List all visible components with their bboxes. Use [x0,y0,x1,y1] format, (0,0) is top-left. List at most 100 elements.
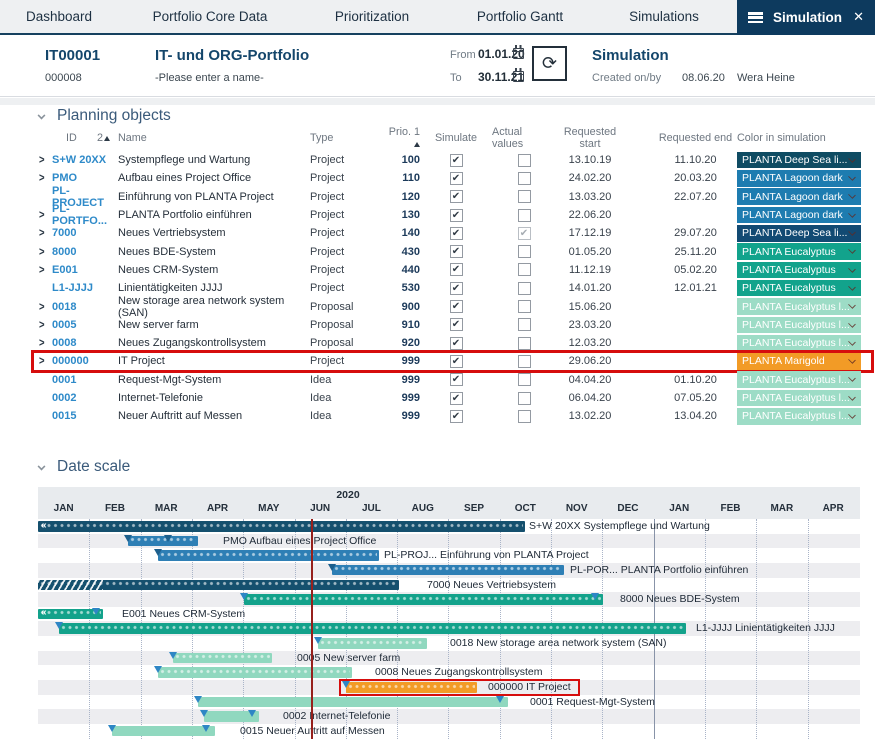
milestone-triangle-icon[interactable] [92,608,100,615]
row-id-link[interactable]: 0002 [52,392,118,404]
table-row[interactable]: >0005New server farmProposal910✔23.03.20… [0,316,875,334]
actual-values-checkbox[interactable] [518,209,531,222]
color-dropdown[interactable]: PLANTA Marigold [737,353,861,370]
table-row[interactable]: >E001Neues CRM-SystemProject440✔11.12.19… [0,261,875,279]
row-id-link[interactable]: 7000 [52,227,118,239]
column-type[interactable]: Type [310,132,385,144]
table-row[interactable]: >0018New storage area network system (SA… [0,297,875,315]
table-row[interactable]: 0001Request-Mgt-SystemIdea999✔04.04.2001… [0,371,875,389]
chevron-right-icon[interactable]: > [39,227,45,241]
actual-values-checkbox[interactable] [518,337,531,350]
nav-item-portfolio-gantt[interactable]: Portfolio Gantt [477,0,563,33]
column-id[interactable]: ID [66,132,77,144]
gantt-bar[interactable] [332,565,564,576]
actual-values-checkbox[interactable] [518,300,531,313]
row-id-link[interactable]: E001 [52,264,118,276]
milestone-triangle-icon[interactable] [55,622,63,629]
column-simulate[interactable]: Simulate [420,132,492,144]
milestone-triangle-icon[interactable] [591,593,599,600]
milestone-triangle-icon[interactable] [248,710,256,717]
planning-objects-section-header[interactable]: Planning objects [0,107,875,127]
calendar-icon[interactable] [513,48,524,59]
column-prio[interactable]: Prio. 1 [385,126,420,150]
table-row[interactable]: 0015Neuer Auftritt auf MessenIdea999✔13.… [0,407,875,425]
table-row[interactable]: 0002Internet-TelefonieIdea999✔06.04.2007… [0,389,875,407]
color-dropdown[interactable]: PLANTA Eucalyptus [737,262,861,279]
gantt-bar[interactable] [173,653,272,664]
milestone-triangle-icon[interactable] [202,725,210,732]
color-dropdown[interactable]: PLANTA Lagoon dark [737,170,861,187]
gantt-bar[interactable] [158,550,379,561]
color-dropdown[interactable]: PLANTA Deep Sea li... [737,152,861,169]
nav-item-simulations[interactable]: Simulations [629,0,699,33]
color-dropdown[interactable]: PLANTA Eucalyptus l... [737,390,861,407]
simulate-checkbox[interactable]: ✔ [450,154,463,167]
chevron-right-icon[interactable]: > [39,154,45,168]
gantt-bar[interactable] [59,623,686,634]
color-dropdown[interactable]: PLANTA Deep Sea li... [737,225,861,242]
actual-values-checkbox[interactable] [518,154,531,167]
column-name[interactable]: Name [118,132,310,144]
simulate-checkbox[interactable]: ✔ [450,355,463,368]
gantt-bar[interactable]: « [38,521,525,532]
gantt-bar[interactable] [112,726,215,737]
simulate-checkbox[interactable]: ✔ [450,392,463,405]
actual-values-checkbox[interactable] [518,355,531,368]
row-id-link[interactable]: 0008 [52,337,118,349]
chevron-right-icon[interactable]: > [39,172,45,186]
refresh-button[interactable]: ⟳ [532,46,567,81]
table-row[interactable]: >0008Neues ZugangskontrollsystemProposal… [0,334,875,352]
simulate-checkbox[interactable]: ✔ [450,227,463,240]
milestone-triangle-icon[interactable] [314,637,322,644]
actual-values-checkbox[interactable] [518,245,531,258]
chevron-right-icon[interactable]: > [39,355,45,369]
color-dropdown[interactable]: PLANTA Eucalyptus [737,280,861,297]
nav-item-dashboard[interactable]: Dashboard [26,0,92,33]
table-row[interactable]: >PL-PORTFO...PLANTA Portfolio einführenP… [0,206,875,224]
simulate-checkbox[interactable]: ✔ [450,172,463,185]
simulate-checkbox[interactable]: ✔ [450,300,463,313]
simulate-checkbox[interactable]: ✔ [450,209,463,222]
milestone-triangle-icon[interactable] [154,549,162,556]
gantt-bar[interactable] [244,594,603,605]
simulate-checkbox[interactable]: ✔ [450,245,463,258]
table-row[interactable]: >S+W 20XXSystempflege und WartungProject… [0,151,875,169]
actual-values-checkbox[interactable] [518,282,531,295]
milestone-triangle-icon[interactable] [240,593,248,600]
actual-values-checkbox[interactable] [518,373,531,386]
simulate-checkbox[interactable]: ✔ [450,318,463,331]
simulate-checkbox[interactable]: ✔ [450,282,463,295]
row-id-link[interactable]: 0018 [52,301,118,313]
milestone-triangle-icon[interactable] [194,696,202,703]
color-dropdown[interactable]: PLANTA Eucalyptus l... [737,408,861,425]
nav-item-prioritization[interactable]: Prioritization [335,0,409,33]
column-color[interactable]: Color in simulation [737,132,875,144]
table-row[interactable]: >8000Neues BDE-SystemProject430✔01.05.20… [0,242,875,260]
chevron-right-icon[interactable]: > [39,209,45,223]
actual-values-checkbox[interactable]: ✔ [518,227,531,240]
simulate-checkbox[interactable]: ✔ [450,190,463,203]
date-scale-section-header[interactable]: Date scale [0,458,875,478]
milestone-triangle-icon[interactable] [154,666,162,673]
actual-values-checkbox[interactable] [518,172,531,185]
actual-values-checkbox[interactable] [518,263,531,276]
row-id-link[interactable]: 8000 [52,246,118,258]
chevron-down-icon[interactable] [38,463,46,471]
row-id-link[interactable]: 0005 [52,319,118,331]
table-row[interactable]: >7000Neues VertriebsystemProject140✔✔17.… [0,224,875,242]
color-dropdown[interactable]: PLANTA Eucalyptus l... [737,298,861,315]
table-row[interactable]: >000000IT ProjectProject999✔29.06.20PLAN… [0,352,875,370]
row-id-link[interactable]: PMO [52,172,118,184]
color-dropdown[interactable]: PLANTA Eucalyptus l... [737,371,861,388]
chevron-down-icon[interactable] [38,112,46,120]
column-requested-start[interactable]: Requested start [556,126,624,150]
simulate-checkbox[interactable]: ✔ [450,410,463,423]
row-id-link[interactable]: L1-JJJJ [52,282,118,294]
table-row[interactable]: >PMOAufbau eines Project OfficeProject11… [0,169,875,187]
simulate-checkbox[interactable]: ✔ [450,263,463,276]
hamburger-menu-icon[interactable] [748,12,763,23]
gantt-bar[interactable] [38,580,399,591]
milestone-triangle-icon[interactable] [164,535,172,542]
chevron-right-icon[interactable]: > [39,318,45,332]
color-dropdown[interactable]: PLANTA Eucalyptus l... [737,335,861,352]
